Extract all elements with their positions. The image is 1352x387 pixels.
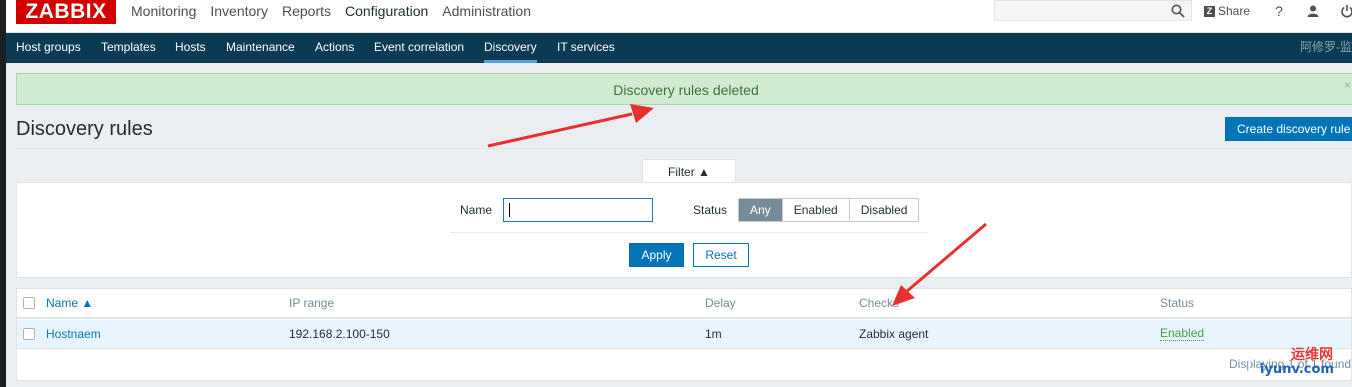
status-option-enabled[interactable]: Enabled [781,199,849,221]
column-checks: Checks [859,296,900,310]
close-icon[interactable]: × [1344,78,1351,92]
share-icon: Z [1204,5,1215,17]
status-option-disabled[interactable]: Disabled [848,199,919,221]
name-label: Name [460,203,493,217]
status-radio-group: Any Enabled Disabled [738,198,920,222]
table-header: Name ▲ IP range Delay Checks Status [17,289,1351,319]
filter-tab[interactable]: Filter ▲ [642,159,736,183]
annotation-arrowhead-alert [630,104,654,123]
status-option-any[interactable]: Any [739,199,782,221]
select-all-checkbox[interactable] [23,297,35,309]
sub-menu: Host groups Templates Hosts Maintenance … [6,33,1352,63]
reset-button[interactable]: Reset [693,243,749,267]
power-icon[interactable] [1340,4,1352,18]
filter-panel [16,182,1352,278]
submenu-actions[interactable]: Actions [315,33,354,63]
submenu-it-services[interactable]: IT services [557,33,615,63]
menu-monitoring[interactable]: Monitoring [124,0,203,22]
submenu-hosts[interactable]: Hosts [175,33,206,63]
submenu-templates[interactable]: Templates [101,33,156,63]
column-delay: Delay [705,296,736,310]
header-tools: Z Share ? [1204,0,1352,22]
watermark-logo: 运维网 iyunv.com [1248,346,1334,379]
zabbix-logo[interactable]: ZABBIX [16,0,116,24]
watermark-url-text: iyunv.com [1260,362,1334,377]
create-discovery-rule-button[interactable]: Create discovery rule [1225,117,1352,141]
main-menu: Monitoring Inventory Reports Configurati… [124,0,538,22]
discovery-rules-table: Name ▲ IP range Delay Checks Status Host… [16,288,1352,381]
top-header: ZABBIX Monitoring Inventory Reports Conf… [6,0,1352,33]
submenu-maintenance[interactable]: Maintenance [226,33,295,63]
question-icon[interactable]: ? [1272,4,1286,18]
divider [16,148,1352,149]
rule-ip-range: 192.168.2.100-150 [289,327,390,341]
submenu-host-groups[interactable]: Host groups [16,33,81,63]
submenu-event-correlation[interactable]: Event correlation [374,33,464,63]
search-icon[interactable] [1171,4,1185,18]
menu-administration[interactable]: Administration [435,0,538,22]
annotation-arrow-alert [487,112,633,148]
submenu-discovery[interactable]: Discovery [484,33,537,63]
filter-divider [450,232,928,233]
row-checkbox[interactable] [23,328,35,340]
apply-button[interactable]: Apply [629,243,684,267]
share-label: Share [1218,4,1251,18]
watermark-cn-text: 运维网 [1291,346,1333,363]
status-label: Status [693,203,728,217]
table-row: Hostnaem 192.168.2.100-150 1m Zabbix age… [17,320,1351,349]
rule-delay: 1m [705,327,722,341]
status-toggle[interactable]: Enabled [1160,327,1205,341]
rule-checks: Zabbix agent [859,327,929,341]
search-input[interactable] [994,0,1192,21]
user-icon[interactable] [1306,4,1320,18]
success-message-text: Discovery rules deleted [613,82,759,98]
name-filter-input[interactable] [503,198,653,222]
share-link[interactable]: Z Share [1204,4,1250,18]
column-ip-range: IP range [289,296,335,310]
success-message: Discovery rules deleted × [16,73,1352,105]
page-title: Discovery rules [16,118,153,140]
user-name: 阿修罗-监 [1300,40,1352,54]
text-cursor [509,203,510,217]
menu-reports[interactable]: Reports [275,0,338,22]
rule-name-link[interactable]: Hostnaem [46,327,101,341]
column-status: Status [1160,296,1195,310]
column-name[interactable]: Name ▲ [46,296,93,310]
menu-configuration[interactable]: Configuration [338,0,435,22]
menu-inventory[interactable]: Inventory [203,0,275,22]
